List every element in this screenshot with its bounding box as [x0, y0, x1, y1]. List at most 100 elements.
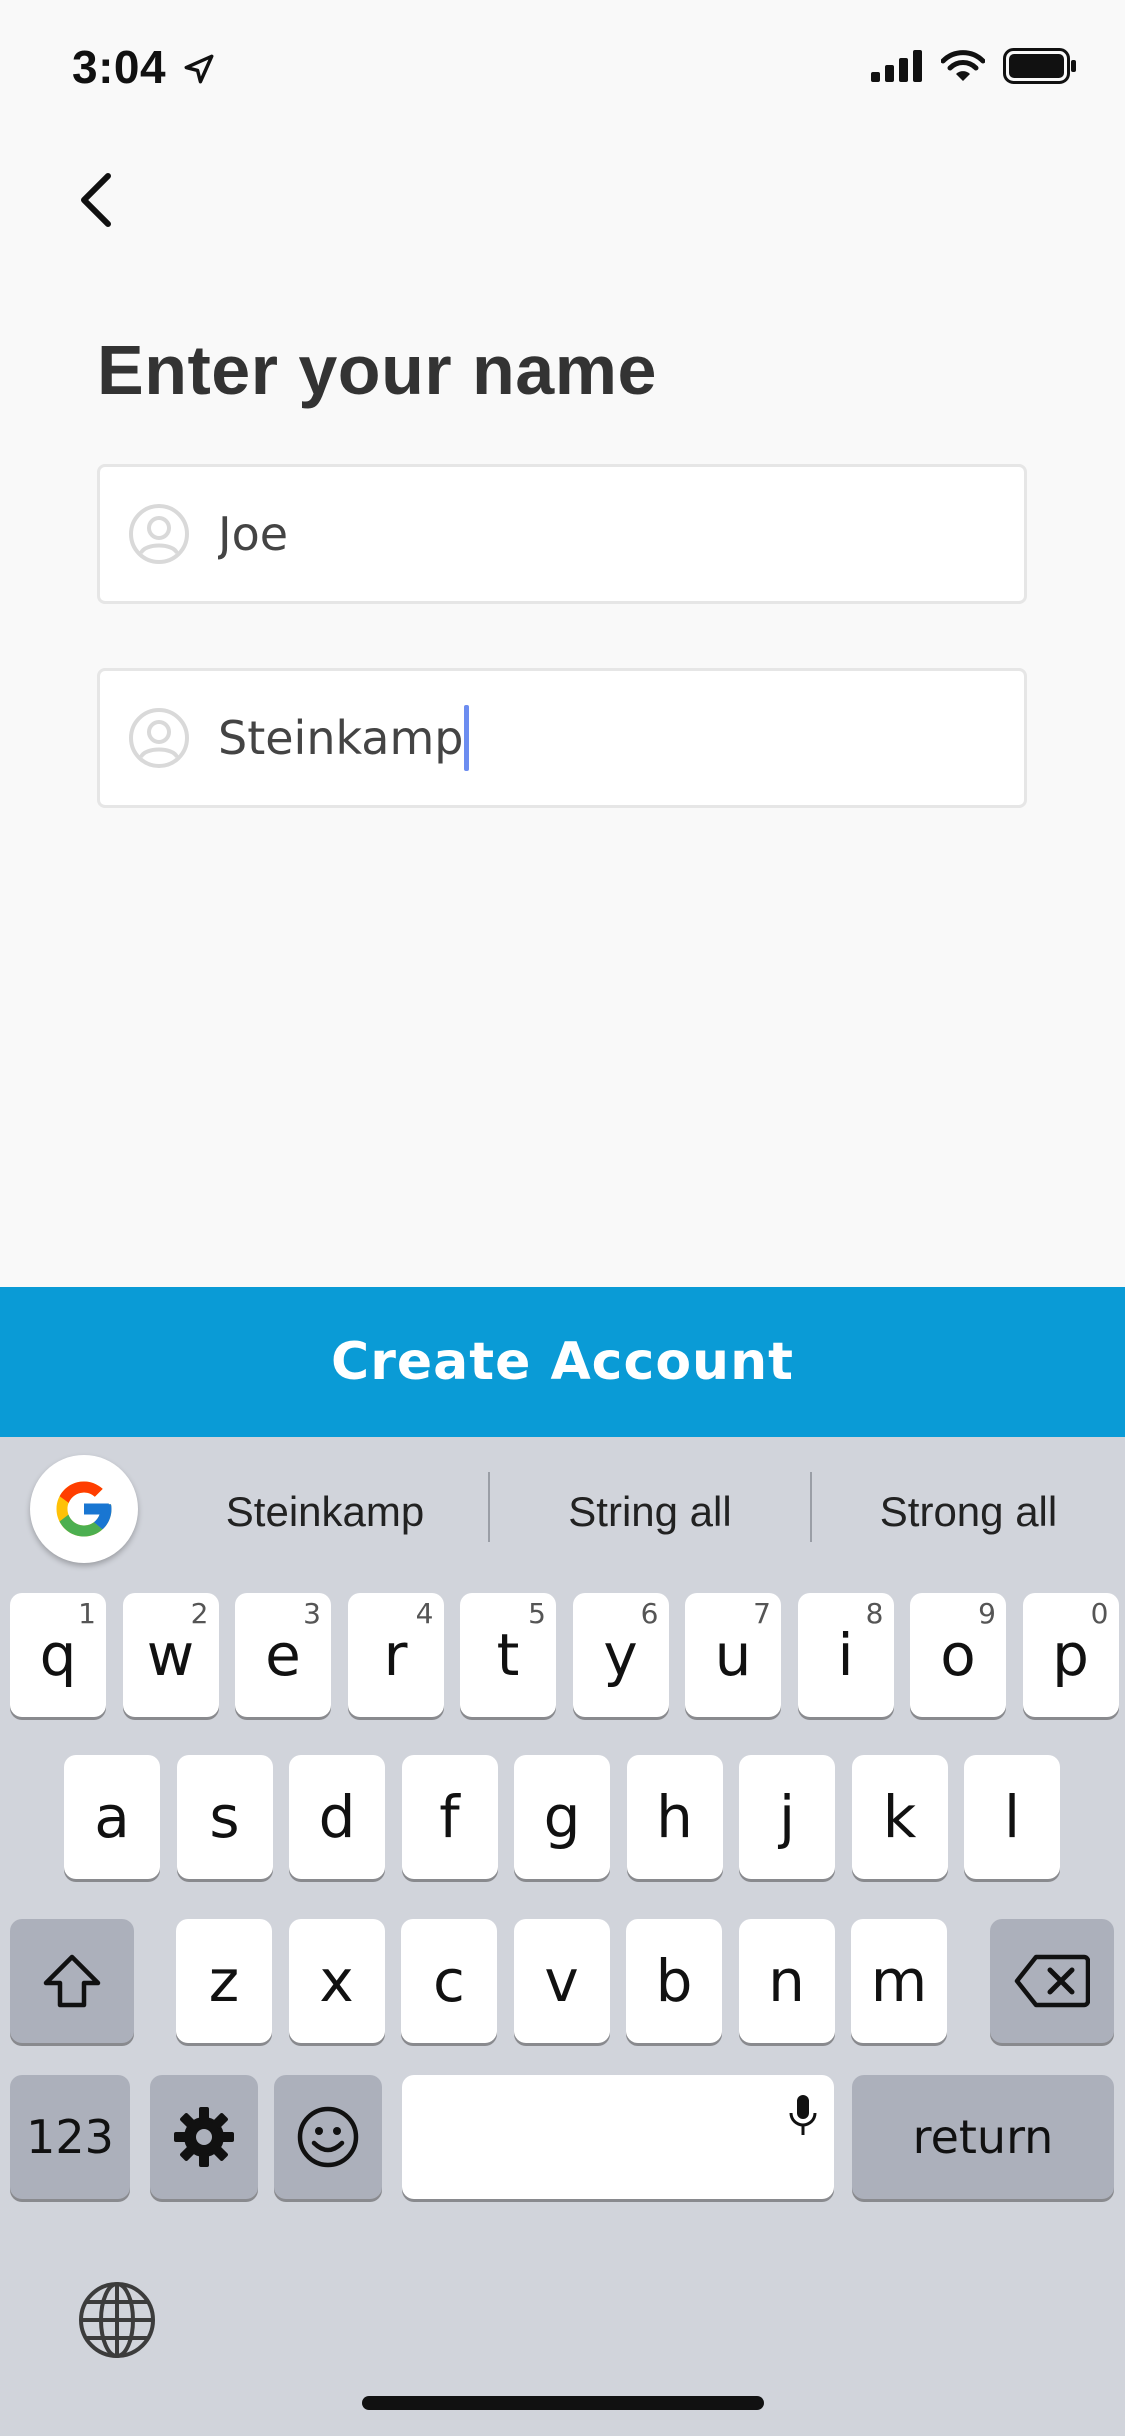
key-r[interactable]: r4	[347, 1593, 444, 1717]
wifi-icon	[941, 50, 985, 81]
key-label: m	[870, 1947, 928, 2015]
suggestion-3[interactable]: Strong all	[812, 1437, 1125, 1587]
key-label: x	[319, 1947, 354, 2015]
emoji-key[interactable]	[274, 2075, 382, 2199]
key-l[interactable]: l	[964, 1755, 1060, 1879]
key-label: g	[543, 1783, 581, 1851]
mic-icon	[789, 2095, 817, 2135]
create-account-button[interactable]: Create Account	[0, 1287, 1125, 1437]
key-label: z	[208, 1947, 240, 2015]
key-hint: 4	[415, 1597, 434, 1630]
space-key[interactable]	[402, 2075, 834, 2199]
key-s[interactable]: s	[176, 1755, 273, 1879]
shift-icon	[43, 1954, 101, 2008]
key-label: k	[882, 1783, 917, 1851]
key-label: c	[433, 1947, 465, 2015]
suggestion-2[interactable]: String all	[490, 1437, 810, 1587]
key-label: l	[1003, 1783, 1021, 1851]
back-button[interactable]	[66, 165, 126, 235]
key-t[interactable]: t5	[460, 1593, 556, 1717]
key-label: y	[603, 1621, 638, 1689]
key-g[interactable]: g	[514, 1755, 610, 1879]
key-i[interactable]: i8	[797, 1593, 894, 1717]
key-hint: 8	[865, 1597, 884, 1630]
key-x[interactable]: x	[288, 1919, 385, 2043]
key-o[interactable]: o9	[910, 1593, 1006, 1717]
key-b[interactable]: b	[626, 1919, 722, 2043]
last-name-input[interactable]: Steinkamp	[218, 711, 464, 765]
key-p[interactable]: p0	[1022, 1593, 1119, 1717]
key-q[interactable]: q1	[10, 1593, 106, 1717]
key-u[interactable]: u7	[685, 1593, 781, 1717]
key-label: f	[439, 1783, 460, 1851]
location-arrow-icon	[184, 54, 214, 84]
google-g-icon	[56, 1481, 112, 1537]
delete-key[interactable]	[990, 1919, 1114, 2043]
text-caret	[463, 705, 469, 771]
key-hint: 0	[1090, 1597, 1109, 1630]
first-name-field[interactable]	[97, 464, 1027, 604]
google-button[interactable]	[30, 1455, 138, 1563]
gear-icon	[174, 2107, 234, 2167]
key-label: d	[318, 1783, 356, 1851]
key-hint: 2	[190, 1597, 209, 1630]
key-label: b	[655, 1947, 693, 2015]
key-f[interactable]: f	[401, 1755, 498, 1879]
key-label: s	[209, 1783, 240, 1851]
key-hint: 1	[78, 1597, 96, 1630]
battery-icon	[1003, 48, 1076, 84]
globe-icon	[79, 2282, 155, 2358]
person-icon	[129, 504, 189, 564]
key-label: t	[496, 1621, 520, 1689]
key-label: v	[544, 1947, 579, 2015]
key-j[interactable]: j	[739, 1755, 835, 1879]
key-w[interactable]: w2	[122, 1593, 219, 1717]
key-k[interactable]: k	[851, 1755, 948, 1879]
key-z[interactable]: z	[176, 1919, 272, 2043]
key-h[interactable]: h	[626, 1755, 723, 1879]
key-label: q	[39, 1621, 77, 1689]
key-v[interactable]: v	[513, 1919, 610, 2043]
status-indicators	[871, 48, 1077, 84]
suggestion-1[interactable]: Steinkamp	[160, 1437, 490, 1587]
suggestion-bar: Steinkamp String all Strong all	[0, 1437, 1125, 1587]
key-hint: 9	[978, 1597, 996, 1630]
status-time: 3:04	[72, 41, 167, 93]
return-key[interactable]: return	[852, 2075, 1114, 2199]
settings-key[interactable]	[150, 2075, 258, 2199]
key-y[interactable]: y6	[572, 1593, 669, 1717]
key-hint: 6	[640, 1597, 659, 1630]
keyboard: Steinkamp String all Strong all 123 retu…	[0, 1437, 1125, 2436]
key-label: h	[656, 1783, 693, 1851]
emoji-icon	[297, 2106, 359, 2168]
key-hint: 7	[753, 1597, 771, 1630]
key-m[interactable]: m	[851, 1919, 947, 2043]
key-hint: 3	[303, 1597, 321, 1630]
key-label: o	[940, 1621, 976, 1689]
key-label: e	[265, 1621, 301, 1689]
delete-icon	[1014, 1954, 1090, 2008]
key-label: r	[383, 1621, 408, 1689]
back-chevron-icon	[81, 173, 111, 227]
key-c[interactable]: c	[401, 1919, 497, 2043]
page-title: Enter your name	[97, 331, 657, 409]
home-indicator	[362, 2396, 764, 2410]
last-name-field[interactable]: Steinkamp	[97, 668, 1027, 808]
key-e[interactable]: e3	[235, 1593, 331, 1717]
key-label: w	[146, 1621, 195, 1689]
key-label: n	[768, 1947, 805, 2015]
key-a[interactable]: a	[64, 1755, 160, 1879]
first-name-input[interactable]	[218, 507, 978, 561]
person-icon	[129, 708, 189, 768]
key-d[interactable]: d	[289, 1755, 385, 1879]
key-label: u	[714, 1621, 752, 1689]
globe-button[interactable]	[72, 2275, 162, 2365]
key-label: j	[778, 1783, 796, 1851]
signal-icon	[871, 50, 922, 82]
key-n[interactable]: n	[738, 1919, 835, 2043]
key-label: p	[1052, 1621, 1089, 1689]
numbers-key[interactable]: 123	[10, 2075, 130, 2199]
shift-key[interactable]	[10, 1919, 134, 2043]
key-hint: 5	[528, 1597, 546, 1630]
key-label: i	[837, 1621, 854, 1689]
